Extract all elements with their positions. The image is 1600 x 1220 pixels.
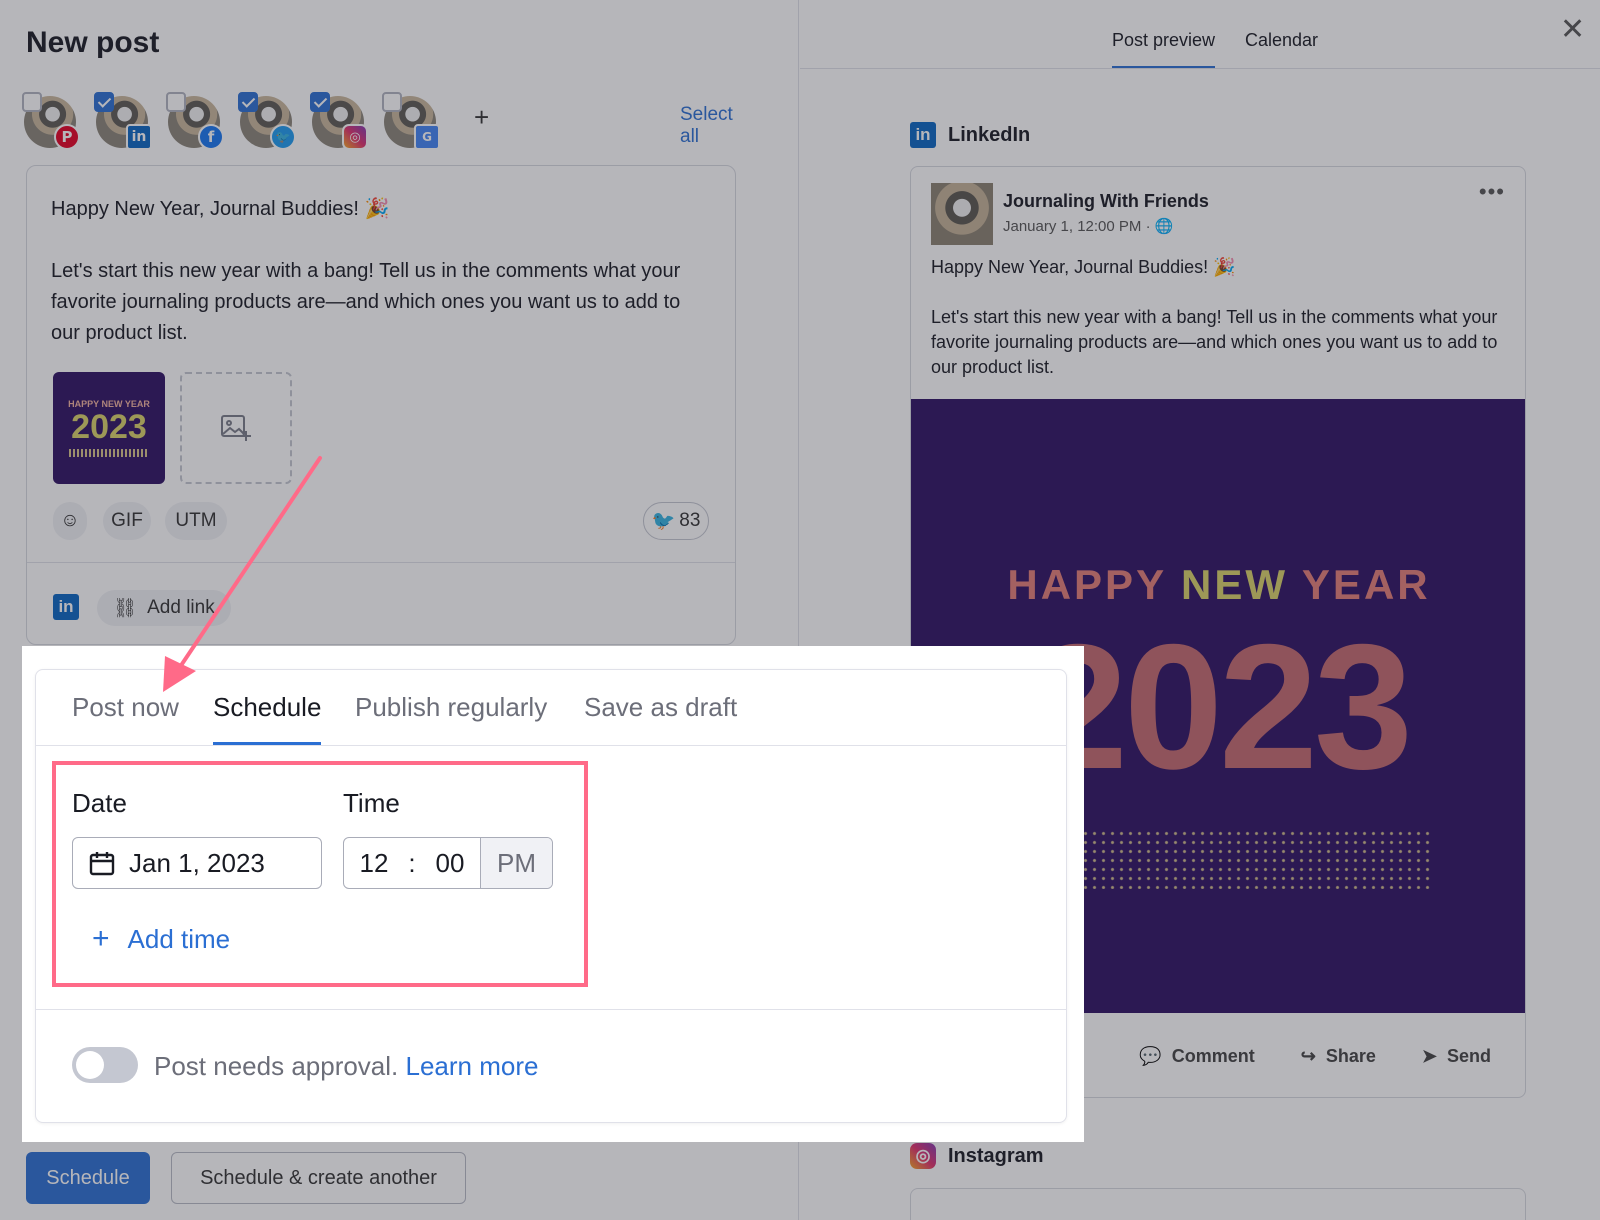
date-value: Jan 1, 2023 <box>129 847 265 878</box>
publish-options-card: Post now Schedule Publish regularly Save… <box>35 669 1067 1123</box>
date-picker[interactable]: Jan 1, 2023 <box>72 837 322 889</box>
date-label: Date <box>72 788 127 818</box>
divider <box>36 1009 1066 1010</box>
learn-more-link[interactable]: Learn more <box>406 1051 539 1081</box>
time-picker[interactable]: 12 : 00 PM <box>343 837 553 889</box>
minute-field[interactable]: 00 <box>420 838 480 888</box>
add-time-button[interactable]: + Add time <box>92 922 230 956</box>
tab-post-now[interactable]: Post now <box>72 692 179 723</box>
plus-icon: + <box>92 922 110 955</box>
hour-field[interactable]: 12 <box>344 838 404 888</box>
calendar-icon <box>89 852 115 876</box>
approval-toggle[interactable] <box>72 1047 138 1083</box>
tab-save-as-draft[interactable]: Save as draft <box>584 692 737 723</box>
tab-schedule[interactable]: Schedule <box>213 692 322 745</box>
tab-publish-regularly[interactable]: Publish regularly <box>355 692 547 723</box>
ampm-toggle[interactable]: PM <box>480 838 552 888</box>
approval-text: Post needs approval. Learn more <box>154 1051 539 1081</box>
publish-mode-tabs: Post now Schedule Publish regularly Save… <box>36 670 1066 746</box>
time-label: Time <box>343 788 400 818</box>
time-separator: : <box>408 847 416 878</box>
